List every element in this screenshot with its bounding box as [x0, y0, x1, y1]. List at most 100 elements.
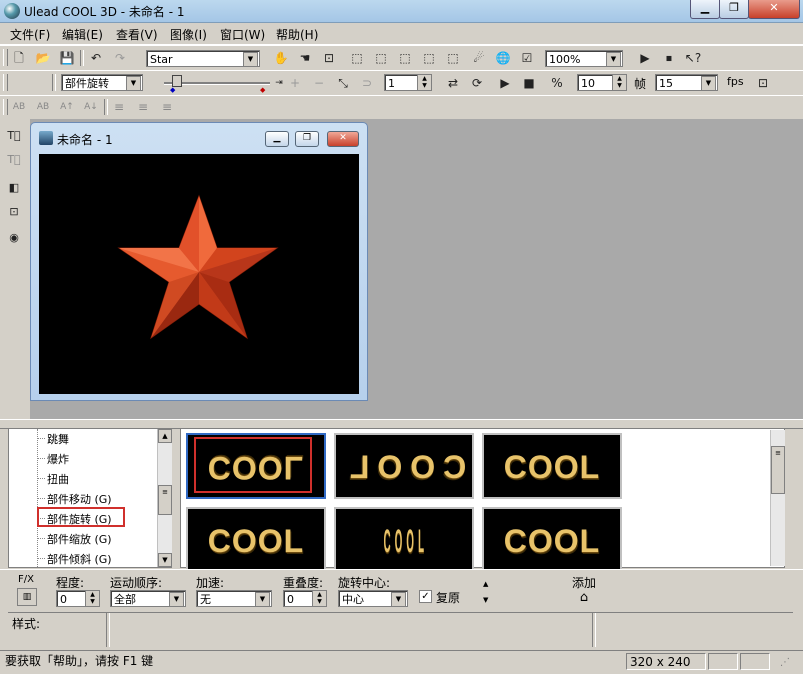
- save-icon[interactable]: 💾: [58, 49, 76, 67]
- insert-shape-icon[interactable]: ◧: [5, 179, 23, 197]
- toolbar-grip[interactable]: [3, 74, 8, 91]
- thumbnail[interactable]: COOL: [482, 507, 622, 573]
- bevel-5-icon[interactable]: ⬚: [444, 49, 462, 67]
- size-icon[interactable]: ⊡: [320, 49, 338, 67]
- menu-window[interactable]: 窗口(W): [220, 26, 265, 43]
- edit-text-icon[interactable]: T⃞: [5, 151, 23, 169]
- chevron-down-icon[interactable]: ▼: [243, 52, 258, 66]
- scroll-thumb[interactable]: ≡: [771, 446, 785, 494]
- restore-checkbox[interactable]: ✓: [419, 590, 432, 603]
- swap-icon[interactable]: ⇄: [444, 74, 462, 92]
- globe-icon[interactable]: 🌐: [494, 49, 512, 67]
- stop-icon[interactable]: ■: [520, 74, 538, 92]
- menu-file[interactable]: 文件(F): [10, 26, 50, 43]
- loop-icon[interactable]: ⊃: [358, 74, 376, 92]
- tree-item[interactable]: 部件倾斜 (G): [37, 551, 112, 567]
- rotate-hand-icon[interactable]: ☚: [296, 49, 314, 67]
- star-object[interactable]: [39, 154, 359, 394]
- percent-icon[interactable]: %: [548, 74, 566, 92]
- fit-icon[interactable]: ⊡: [754, 74, 772, 92]
- chevron-down-icon[interactable]: ▼: [255, 592, 270, 606]
- help-pointer-icon[interactable]: ↖?: [684, 49, 702, 67]
- minimize-icon[interactable]: ▁: [690, 0, 720, 19]
- doc-maximize-icon[interactable]: ❐: [295, 131, 319, 147]
- fx-toggle-icon[interactable]: ▥: [17, 588, 37, 606]
- doc-minimize-icon[interactable]: ▁: [265, 131, 289, 147]
- tree-item[interactable]: 跳舞: [37, 431, 69, 447]
- text-size-up-icon[interactable]: A↑: [58, 98, 76, 116]
- reverse-icon[interactable]: ⤡: [334, 74, 352, 92]
- align-center-icon[interactable]: ≡: [134, 98, 152, 116]
- zoom-select[interactable]: 100% ▼: [545, 50, 623, 67]
- close-icon[interactable]: ✕: [748, 0, 800, 19]
- scroll-up-icon[interactable]: ▲: [158, 429, 172, 443]
- select-object-icon[interactable]: ⊡: [5, 203, 23, 221]
- thumbnail[interactable]: COOL: [186, 433, 326, 499]
- keyframe-slider[interactable]: ◆ ◆: [164, 74, 270, 94]
- insert-text-icon[interactable]: T⃞: [5, 127, 23, 145]
- play-icon[interactable]: ▶: [496, 74, 514, 92]
- chevron-down-icon[interactable]: ▼: [701, 76, 716, 90]
- align-left-icon[interactable]: ≡: [110, 98, 128, 116]
- spinner-icon[interactable]: ▲ ▼: [612, 75, 626, 90]
- fps-select[interactable]: 15 ▼: [655, 74, 718, 91]
- frame-count-input[interactable]: 10 ▲ ▼: [577, 74, 627, 91]
- thumbnail[interactable]: COOL: [334, 433, 474, 499]
- light-icon[interactable]: ☄: [470, 49, 488, 67]
- text-spacing-icon[interactable]: AB: [10, 98, 28, 116]
- doc-close-icon[interactable]: ✕: [327, 131, 359, 147]
- tree-item[interactable]: 部件缩放 (G): [37, 531, 112, 547]
- menu-edit[interactable]: 编辑(E): [62, 26, 103, 43]
- toolbar-grip[interactable]: [3, 49, 8, 66]
- chevron-down-icon[interactable]: ▼: [606, 52, 621, 66]
- text-spacing-2-icon[interactable]: AB: [34, 98, 52, 116]
- object-select[interactable]: Star ▼: [146, 50, 260, 67]
- tree-scrollbar[interactable]: ▲ ≡ ▼: [157, 429, 172, 567]
- toolbar-grip[interactable]: [3, 99, 8, 115]
- tree-item[interactable]: 部件移动 (G): [37, 491, 112, 507]
- tree-item[interactable]: 爆炸: [37, 451, 69, 467]
- chevron-down-icon[interactable]: ▼: [169, 592, 184, 606]
- attr-scroll-icon[interactable]: ▲ ▼: [483, 576, 488, 608]
- accel-select[interactable]: 无 ▼: [196, 590, 272, 607]
- menu-view[interactable]: 查看(V): [116, 26, 158, 43]
- text-size-down-icon[interactable]: A↓: [82, 98, 100, 116]
- menu-help[interactable]: 帮助(H): [276, 26, 318, 43]
- bevel-3-icon[interactable]: ⬚: [396, 49, 414, 67]
- thumbnail[interactable]: COOL: [334, 507, 474, 573]
- center-select[interactable]: 中心 ▼: [338, 590, 408, 607]
- open-folder-icon[interactable]: 📂: [34, 49, 52, 67]
- scroll-thumb[interactable]: ≡: [158, 485, 172, 515]
- maximize-icon[interactable]: ❐: [719, 0, 749, 19]
- chevron-down-icon[interactable]: ▼: [391, 592, 406, 606]
- play-preview-icon[interactable]: ▶: [636, 49, 654, 67]
- degree-input[interactable]: 0 ▲ ▼: [56, 590, 100, 607]
- redo-icon[interactable]: ↷: [111, 49, 129, 67]
- bevel-4-icon[interactable]: ⬚: [420, 49, 438, 67]
- stop-preview-icon[interactable]: ⏹: [660, 49, 678, 67]
- geometric-object-icon[interactable]: ◉: [5, 229, 23, 247]
- remove-key-icon[interactable]: −: [310, 74, 328, 92]
- overlap-input[interactable]: 0 ▲ ▼: [283, 590, 327, 607]
- bevel-1-icon[interactable]: ⬚: [348, 49, 366, 67]
- thumbnail[interactable]: COOL: [186, 507, 326, 573]
- resize-grip-icon[interactable]: ⋰: [780, 657, 790, 668]
- menu-image[interactable]: 图像(I): [170, 26, 207, 43]
- spinner-icon[interactable]: ▲ ▼: [85, 591, 99, 606]
- align-right-icon[interactable]: ≡: [158, 98, 176, 116]
- gallery-scrollbar[interactable]: ≡: [770, 430, 785, 566]
- refresh-icon[interactable]: ⟳: [468, 74, 486, 92]
- bevel-2-icon[interactable]: ⬚: [372, 49, 390, 67]
- effect-select[interactable]: 部件旋转 ▼: [61, 74, 143, 91]
- add-key-icon[interactable]: +: [286, 74, 304, 92]
- order-select[interactable]: 全部 ▼: [110, 590, 186, 607]
- spinner-icon[interactable]: ▲ ▼: [312, 591, 326, 606]
- edit-image-icon[interactable]: ☑: [518, 49, 536, 67]
- undo-icon[interactable]: ↶: [87, 49, 105, 67]
- hand-move-icon[interactable]: ✋: [272, 49, 290, 67]
- new-file-icon[interactable]: 🗋: [10, 49, 28, 67]
- add-house-icon[interactable]: ⌂: [575, 590, 593, 606]
- scroll-down-icon[interactable]: ▼: [158, 553, 172, 567]
- frame-input[interactable]: 1 ▲ ▼: [384, 74, 432, 91]
- thumbnail[interactable]: COOL: [482, 433, 622, 499]
